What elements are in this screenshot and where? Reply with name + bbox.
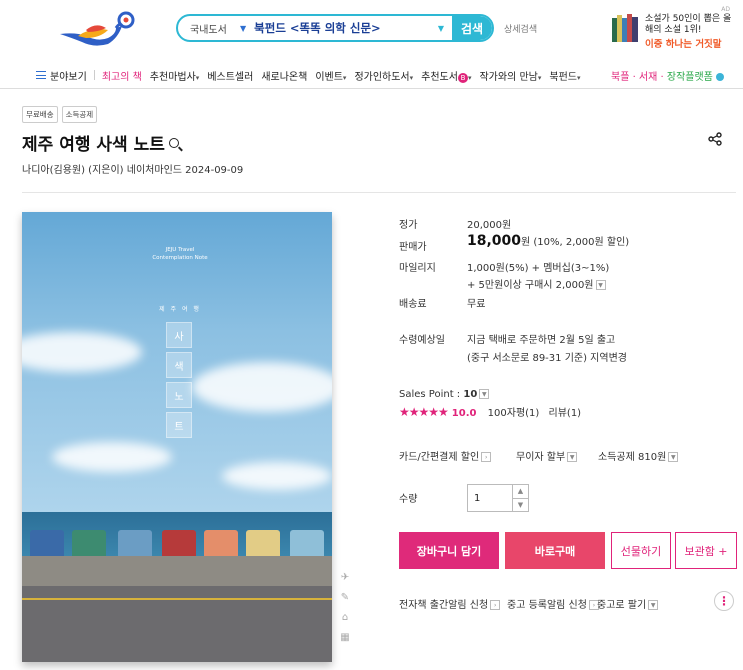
tag-free-shipping: 무료배송: [22, 106, 58, 123]
advanced-search-link[interactable]: 상세검색: [504, 22, 537, 35]
nav-right-links[interactable]: 북플 · 서재 · 장작플랫폼: [611, 68, 724, 83]
product-tags: 무료배송 소득공제: [22, 106, 98, 123]
sales-point-chevron-icon[interactable]: ▼: [479, 389, 490, 399]
gallery-icon[interactable]: ▦: [338, 632, 352, 652]
sale-price-label: 판매가: [399, 242, 427, 253]
search-input[interactable]: 북펀드 <똑똑 의학 신문>: [254, 20, 438, 36]
book-cover[interactable]: JEJU Travel Contemplation Note 제 주 여 행 사…: [22, 212, 332, 662]
quantity-input[interactable]: 1: [474, 493, 480, 504]
ebook-alert-link[interactable]: 전자책 출간알림 신청 ›: [399, 596, 501, 611]
nav-item-price-cut[interactable]: 정가인하도서▾: [354, 68, 413, 83]
share-icon[interactable]: [708, 132, 722, 146]
search-scope-select[interactable]: 국내도서: [178, 21, 240, 36]
search-button[interactable]: 검색: [452, 16, 492, 40]
nav-item-recommended[interactable]: 추천도서 B ▾: [421, 68, 471, 83]
search-icon[interactable]: [168, 137, 179, 148]
cover-road-line: [22, 598, 332, 600]
tag-tax-deduction: 소득공제: [61, 106, 98, 123]
nav-item-events[interactable]: 이벤트▾: [315, 68, 346, 83]
mileage-line-2: + 5만원이상 구매시 2,000원 ▼: [467, 276, 606, 291]
sell-used-link[interactable]: 중고로 팔기 ▼: [597, 596, 659, 611]
header-divider: [0, 88, 743, 89]
tax-chevron-icon: ▼: [668, 452, 679, 462]
mileage-label: 마일리지: [399, 263, 436, 274]
sale-price-value: 18,000: [467, 233, 522, 249]
mileage-chevron-icon[interactable]: ▼: [595, 280, 606, 290]
pencil-icon[interactable]: ✎: [338, 592, 352, 612]
cover-korean-subtitle: 제 주 여 행: [159, 306, 201, 313]
ad-banner[interactable]: AD 소설가 50인이 뽑은 올해의 소설 1위! 이중 하나는 거짓말: [612, 6, 732, 50]
card-discount[interactable]: 카드/간편결제 할인 ›: [399, 448, 492, 463]
page-title: 제주 여행 사색 노트: [22, 130, 179, 155]
sale-price: 18,000원 (10%, 2,000원 할인): [467, 233, 629, 249]
nav-all-categories[interactable]: 분야보기: [36, 68, 87, 83]
add-to-cart-button[interactable]: 장바구니 담기: [399, 532, 499, 569]
installment-chevron-icon: ▼: [567, 452, 578, 462]
mileage-line-1: 1,000원(5%) + 멤버십(3~1%): [467, 263, 610, 274]
quantity-down-icon[interactable]: ▼: [512, 498, 528, 511]
ad-books-image: [612, 14, 638, 42]
nav-item-bookfund[interactable]: 북펀드▾: [549, 68, 580, 83]
eraser-icon[interactable]: ⌂: [338, 612, 352, 632]
tax-deduction[interactable]: 소득공제 810원 ▼: [598, 448, 679, 463]
cover-title-box: 트: [166, 412, 192, 438]
cover-english-title: JEJU Travel Contemplation Note: [152, 247, 208, 261]
sell-used-chevron-icon: ▼: [648, 600, 659, 610]
ad-line-2: 이중 하나는 거짓말: [645, 39, 722, 50]
cover-cloud: [52, 442, 172, 472]
airplane-icon[interactable]: ✈: [338, 572, 352, 592]
buy-now-button[interactable]: 바로구매: [505, 532, 605, 569]
nav-item-best-book[interactable]: 최고의 책: [102, 68, 142, 83]
quantity-up-icon[interactable]: ▲: [512, 485, 528, 498]
category-nav: 분야보기 최고의 책 추천마법사▾ 베스트셀러 새로나온책 이벤트▾ 정가인하도…: [0, 66, 743, 84]
rating-stars-icon: ★★★★★: [399, 405, 449, 419]
delivery-line-1: 지금 택배로 주문하면 2월 5일 출고: [467, 335, 616, 346]
sale-price-detail: 원 (10%, 2,000원 할인): [521, 237, 630, 248]
more-options-icon[interactable]: ⋮: [714, 591, 734, 611]
cover-title-box: 사: [166, 322, 192, 348]
nav-item-bestseller[interactable]: 베스트셀러: [207, 68, 253, 83]
cover-title-box: 노: [166, 382, 192, 408]
review-link[interactable]: 리뷰(1): [549, 408, 582, 419]
nav-item-author-meeting[interactable]: 작가와의 만남▾: [479, 68, 541, 83]
list-price-label: 정가: [399, 220, 418, 231]
wishlist-button[interactable]: 보관함 +: [675, 532, 737, 569]
shipping-label: 배송료: [399, 299, 427, 310]
short-review-link[interactable]: 100자평(1): [488, 408, 540, 419]
rating-row: ★★★★★ 10.0 100자평(1) 리뷰(1): [399, 404, 581, 419]
aladin-lamp-logo[interactable]: [56, 8, 142, 48]
quantity-stepper[interactable]: 1 ▲ ▼: [467, 484, 529, 512]
sales-point: Sales Point : 10 ▼: [399, 389, 490, 400]
ebook-arrow-icon: ›: [490, 600, 501, 610]
shipping-value: 무료: [467, 299, 486, 310]
ad-label: AD: [721, 6, 730, 13]
cover-title-box: 색: [166, 352, 192, 378]
rating-score: 10.0: [451, 408, 477, 419]
nav-item-new-books[interactable]: 새로나온책: [261, 68, 307, 83]
quantity-label: 수량: [399, 494, 418, 505]
search-history-chevron-icon[interactable]: ▼: [438, 24, 444, 33]
nav-divider: [93, 70, 95, 80]
card-arrow-icon: ›: [481, 452, 492, 462]
scope-chevron-icon[interactable]: ▼: [240, 24, 246, 33]
delivery-line-2[interactable]: (중구 서소문로 89-31 기준) 지역변경: [467, 349, 627, 364]
meta-divider: [22, 192, 736, 193]
cover-seawall: [22, 556, 332, 586]
list-price-value: 20,000원: [467, 220, 512, 231]
hamburger-icon: [36, 71, 46, 79]
search-bar: 국내도서 ▼ 북펀드 <똑똑 의학 신문> ▼ 검색: [176, 14, 494, 42]
ad-line-1: 소설가 50인이 뽑은 올해의 소설 1위!: [645, 14, 732, 35]
author-publisher-date[interactable]: 나디아(김용원) (지은이) 네이처마인드 2024-09-09: [22, 161, 243, 176]
nav-item-recommend-wizard[interactable]: 추천마법사▾: [150, 68, 200, 83]
delivery-label: 수령예상일: [399, 335, 445, 346]
cover-cloud: [192, 362, 332, 412]
gift-button[interactable]: 선물하기: [611, 532, 671, 569]
cover-cloud: [222, 462, 332, 490]
used-alert-link[interactable]: 중고 등록알림 신청 ›: [507, 596, 599, 611]
cover-side-tools: ✈ ✎ ⌂ ▦: [338, 572, 352, 652]
platform-dot-icon: [715, 72, 724, 81]
installment[interactable]: 무이자 할부 ▼: [516, 448, 578, 463]
b-badge-icon: B: [457, 72, 468, 83]
